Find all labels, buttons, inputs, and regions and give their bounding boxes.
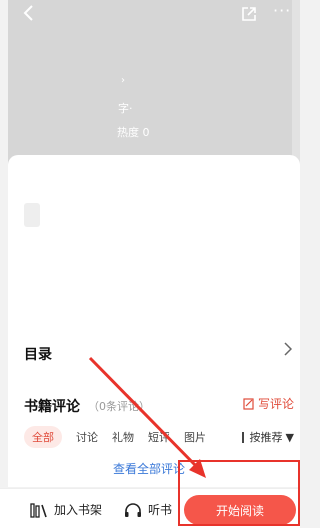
tab-image[interactable]: 图片: [184, 429, 206, 445]
sort-label: 按推荐: [249, 431, 283, 444]
tab-discussion[interactable]: 讨论: [76, 429, 98, 445]
headphones-icon: [125, 502, 141, 517]
write-review-label: 写评论: [257, 397, 294, 411]
tab-all[interactable]: 全部: [24, 426, 62, 448]
word-count-label: 字·: [118, 102, 133, 115]
heat-label: 热度 0: [117, 126, 150, 139]
edit-icon: [243, 397, 254, 410]
hero-arrow: ›: [121, 75, 125, 86]
book-reviews-section: 书籍评论 （0条评论） 写评论 全部 讨论 礼物 短评 图片 按推荐 ▼ 查看全…: [8, 382, 300, 487]
bottom-action-bar: 加入书架 听书 开始阅读: [0, 488, 300, 528]
chevron-left-icon[interactable]: [22, 3, 36, 23]
more-dots-icon[interactable]: ···: [273, 3, 291, 19]
view-all-reviews-link[interactable]: 查看全部评论: [113, 460, 185, 477]
review-filter-tabs: 全部 讨论 礼物 短评 图片: [24, 426, 220, 448]
bookshelf-icon: [30, 502, 47, 518]
tab-short-review[interactable]: 短评: [148, 429, 170, 445]
listen-button[interactable]: 听书: [124, 501, 172, 518]
chevron-right-icon: [284, 342, 292, 356]
share-icon[interactable]: [240, 5, 258, 23]
reviews-title: 书籍评论: [24, 399, 80, 415]
catalog-row[interactable]: 目录: [8, 330, 300, 372]
listen-label: 听书: [148, 503, 173, 517]
tab-gift[interactable]: 礼物: [112, 429, 134, 445]
add-to-shelf-label: 加入书架: [54, 503, 103, 517]
caret-down-icon: ▼: [285, 430, 294, 444]
add-to-shelf-button[interactable]: 加入书架: [30, 501, 102, 518]
write-review-button[interactable]: 写评论: [243, 395, 294, 412]
start-reading-button[interactable]: 开始阅读: [184, 495, 296, 525]
reviews-count: （0条评论）: [88, 400, 150, 413]
sort-dropdown[interactable]: 按推荐 ▼: [241, 429, 294, 445]
loading-placeholder: [24, 203, 40, 227]
catalog-label: 目录: [24, 347, 52, 363]
sort-divider: [241, 431, 244, 443]
